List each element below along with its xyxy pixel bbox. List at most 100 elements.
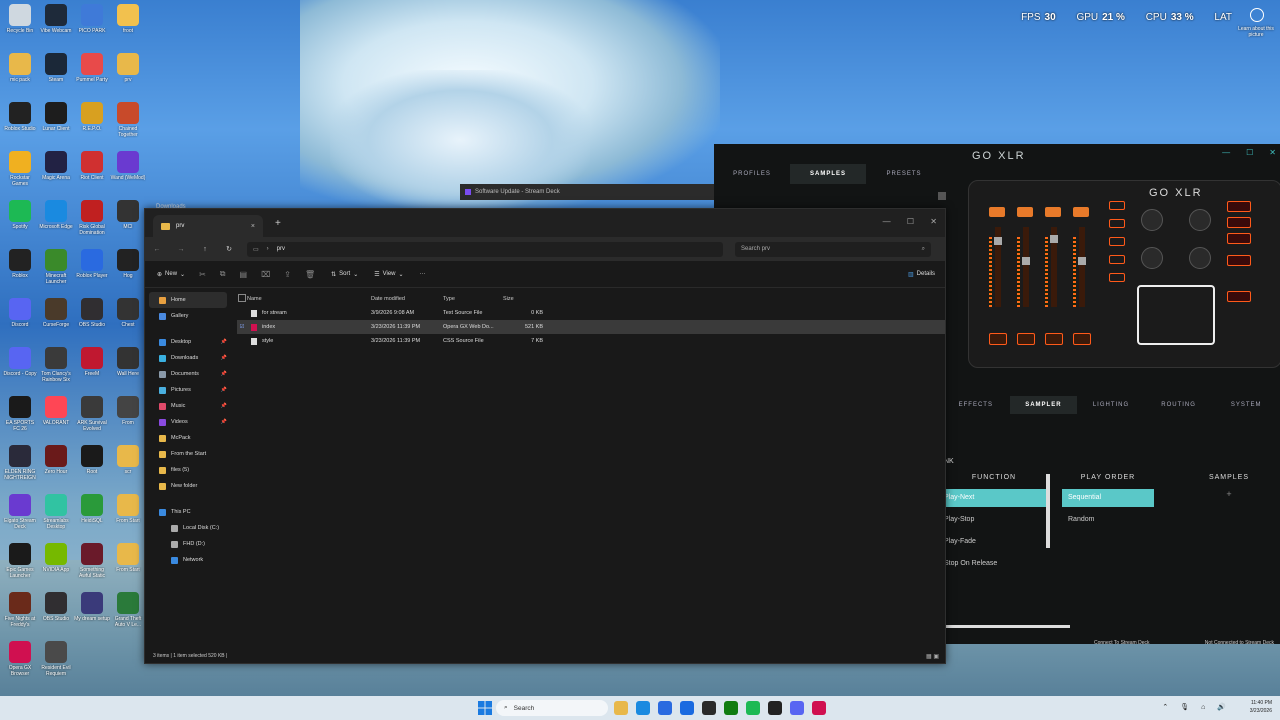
desktop-icon[interactable]: PICO PARK [74, 4, 110, 40]
maximize-icon[interactable]: ☐ [1246, 148, 1253, 157]
taskbar-app-edge[interactable] [636, 701, 650, 715]
goxlr-panel-icon[interactable] [938, 192, 946, 200]
desktop-icon[interactable]: HeidiSQL [74, 494, 110, 530]
search-input[interactable]: Search prv ⌕ [735, 241, 931, 257]
desktop-icon[interactable]: Discord - Copy [2, 347, 38, 383]
goxlr-tab-presets[interactable]: PRESETS [866, 164, 942, 184]
chevron-up-icon[interactable]: ⌃ [1162, 704, 1168, 711]
knob[interactable] [1141, 247, 1163, 269]
minimize-icon[interactable]: — [1222, 148, 1230, 157]
breadcrumb[interactable]: prv [277, 246, 285, 252]
mic-icon[interactable]: 🎙 [1180, 704, 1189, 711]
desktop-icon[interactable]: EA SPORTS FC 26 [2, 396, 38, 432]
desktop-icon[interactable]: Opera GX Browser [2, 641, 38, 677]
mute-button[interactable] [1017, 333, 1035, 345]
effect-preset-button[interactable] [1227, 255, 1251, 266]
mute-button[interactable] [1073, 333, 1091, 345]
file-row[interactable]: for stream 3/9/2026 9:08 AM Text Source Fi… [237, 306, 945, 320]
back-icon[interactable]: ← [145, 246, 169, 253]
desktop-icon[interactable]: From Start [110, 543, 146, 579]
function-scrollbar[interactable] [1046, 474, 1050, 548]
details-button[interactable]: ▥ Details [908, 271, 935, 278]
desktop-icon[interactable]: Wand (WeMod) [110, 151, 146, 187]
explorer-tab[interactable]: prv × [153, 215, 263, 237]
desktop-icon[interactable]: Vibe Webcam [38, 4, 74, 40]
stream-deck-window-title[interactable]: Software Update - Stream Deck [460, 184, 720, 200]
nav-item-network[interactable]: Network [145, 552, 231, 568]
fader[interactable] [1050, 227, 1058, 307]
desktop-icon[interactable]: Pummel Party [74, 53, 110, 89]
function-option[interactable]: Play-Fade [942, 533, 1046, 551]
desktop-icon[interactable]: Riot Client [74, 151, 110, 187]
desktop-icon[interactable]: froot [110, 4, 146, 40]
start-button[interactable] [478, 701, 492, 715]
desktop-icon[interactable]: Five Nights at Freddy's [2, 592, 38, 628]
effect-preset-button[interactable] [1227, 201, 1251, 212]
effect-preset-button[interactable] [1227, 291, 1251, 302]
row-checkbox[interactable]: ☑ [237, 324, 247, 330]
mute-button[interactable] [1045, 333, 1063, 345]
desktop-icon[interactable]: R.E.P.O. [74, 102, 110, 138]
view-button[interactable]: ☰ View ⌄ [374, 271, 403, 278]
rename-icon[interactable]: ⌧ [261, 270, 270, 279]
paste-icon[interactable]: ▤ [240, 270, 248, 279]
lens-icon[interactable] [1250, 8, 1264, 22]
nav-item-music[interactable]: Music 📌 [145, 398, 231, 414]
desktop-icon[interactable]: Chained Together [110, 102, 146, 138]
desktop-icon[interactable]: OBS Studio [38, 592, 74, 628]
taskbar-app-terminal[interactable] [702, 701, 716, 715]
desktop-icon[interactable]: Spotify [2, 200, 38, 236]
desktop-icon[interactable]: Elgato Stream Deck [2, 494, 38, 530]
goxlr-tab-samples[interactable]: SAMPLES [790, 164, 866, 184]
close-icon[interactable]: ✕ [930, 217, 937, 226]
nav-item-documents[interactable]: Documents 📌 [145, 366, 231, 382]
learn-about-picture[interactable]: Learn about this picture [1238, 26, 1274, 38]
file-row[interactable]: style 3/23/2026 11:39 PM CSS Source File 7 … [237, 334, 945, 348]
function-option[interactable]: Play-Next [942, 489, 1046, 507]
clock[interactable]: 11:40 PM 3/23/2026 [1250, 699, 1272, 715]
maximize-icon[interactable]: ☐ [907, 217, 914, 226]
desktop-icon[interactable]: Roblox Studio [2, 102, 38, 138]
taskbar-app-opera-gx[interactable] [812, 701, 826, 715]
desktop-icon[interactable]: Steam [38, 53, 74, 89]
nav-item-pictures[interactable]: Pictures 📌 [145, 382, 231, 398]
sort-button[interactable]: ⇅ Sort ⌄ [331, 271, 358, 278]
fader[interactable] [1078, 227, 1086, 307]
taskbar-search[interactable]: ⌕ Search [496, 700, 608, 716]
desktop-icon[interactable]: Rockstar Games [2, 151, 38, 187]
sampler-pads[interactable] [1137, 285, 1215, 345]
fx-button[interactable] [1109, 219, 1125, 228]
taskbar-app-xbox[interactable] [724, 701, 738, 715]
column-size[interactable]: Size [503, 296, 543, 302]
desktop-icon[interactable]: Resident Evil Requiem [38, 641, 74, 677]
knob[interactable] [1141, 209, 1163, 231]
taskbar-app-file-explorer[interactable] [614, 701, 628, 715]
desktop-icon[interactable]: ARK Survival Evolved [74, 396, 110, 432]
fader[interactable] [1022, 227, 1030, 307]
taskbar-app-mail[interactable] [680, 701, 694, 715]
close-icon[interactable]: ✕ [1269, 148, 1276, 157]
goxlr-tab-lighting[interactable]: LIGHTING [1077, 396, 1145, 414]
function-option[interactable]: Play-Stop [942, 511, 1046, 529]
desktop-icon[interactable]: Recycle Bin [2, 4, 38, 40]
nav-item-downloads[interactable]: Downloads 📌 [145, 350, 231, 366]
knob[interactable] [1189, 209, 1211, 231]
desktop-icon[interactable]: Wall Here [110, 347, 146, 383]
nav-item-home[interactable]: Home [149, 292, 227, 308]
fx-button[interactable] [1109, 255, 1125, 264]
column-type[interactable]: Type [443, 296, 503, 302]
fx-button[interactable] [1109, 237, 1125, 246]
desktop-icon[interactable]: OBS Studio [74, 298, 110, 334]
copy-icon[interactable]: ⧉ [220, 269, 226, 279]
desktop-icon[interactable]: Microsoft Edge [38, 200, 74, 236]
share-icon[interactable]: ⇪ [284, 270, 291, 279]
nav-item-from-the-start[interactable]: From the Start [145, 446, 231, 462]
desktop-icon[interactable]: Minecraft Launcher [38, 249, 74, 285]
connect-stream-deck[interactable]: Connect To Stream Deck [1094, 640, 1150, 646]
taskbar-app-discord[interactable] [790, 701, 804, 715]
desktop-icon[interactable]: Risk Global Domination [74, 200, 110, 236]
nav-item-mcpack[interactable]: McPack [145, 430, 231, 446]
more-options-button[interactable]: ··· [420, 271, 426, 277]
nav-item-fhd-d-[interactable]: FHD (D:) [145, 536, 231, 552]
desktop-icon[interactable]: prv [110, 53, 146, 89]
